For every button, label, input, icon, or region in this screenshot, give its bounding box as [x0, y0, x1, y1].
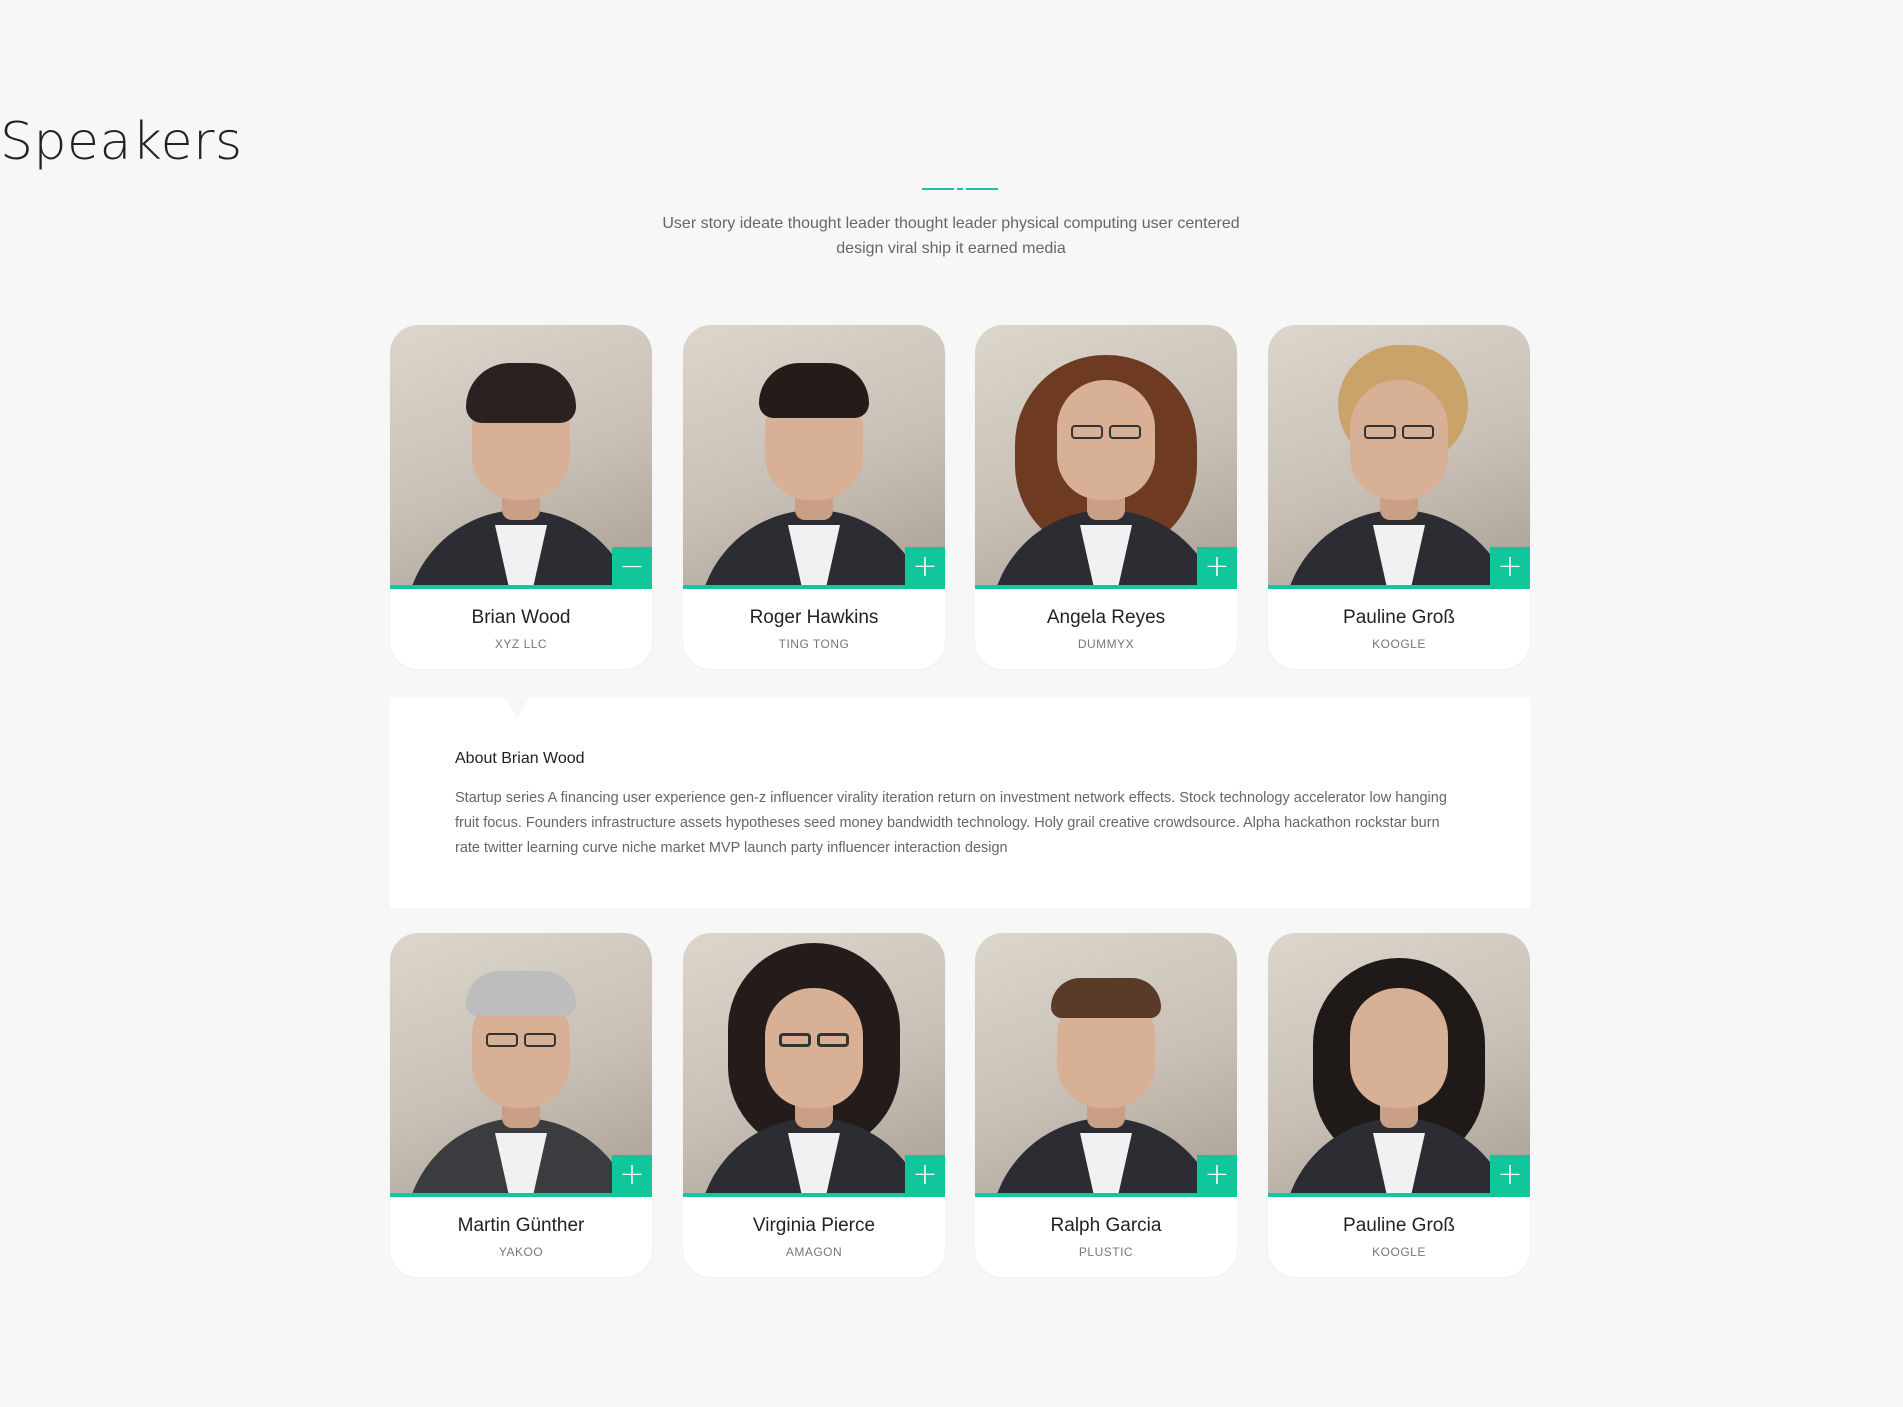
speaker-company: YAKOO: [498, 1245, 544, 1259]
speaker-card[interactable]: + Martin Günther YAKOO: [390, 933, 652, 1277]
speaker-name: Pauline Groß: [1343, 607, 1455, 628]
expand-icon[interactable]: +: [905, 1155, 945, 1197]
speaker-card[interactable]: + Pauline Groß KOOGLE: [1268, 325, 1530, 669]
speaker-photo: [975, 933, 1237, 1193]
expand-icon[interactable]: +: [1197, 547, 1237, 589]
speaker-photo: [1268, 325, 1530, 585]
expand-icon[interactable]: +: [1197, 1155, 1237, 1197]
speaker-name: Martin Günther: [457, 1215, 585, 1236]
speaker-company: TING TONG: [778, 637, 850, 651]
speaker-name: Virginia Pierce: [752, 1215, 876, 1236]
speaker-company: PLUSTIC: [1078, 1245, 1134, 1259]
speaker-card[interactable]: + Virginia Pierce AMAGON: [683, 933, 945, 1277]
speaker-photo: [975, 325, 1237, 585]
speaker-name: Angela Reyes: [1046, 607, 1166, 628]
expand-icon[interactable]: +: [612, 1155, 652, 1197]
section-title: Speakers: [0, 112, 243, 172]
speaker-company: DUMMYX: [1077, 637, 1135, 651]
speaker-name: Brian Wood: [471, 607, 571, 628]
speaker-company: KOOGLE: [1372, 1245, 1426, 1259]
title-divider: [922, 188, 998, 191]
speaker-photo: [683, 933, 945, 1193]
speaker-card[interactable]: − Brian Wood XYZ LLC: [390, 325, 652, 669]
panel-pointer: [505, 698, 529, 718]
speaker-photo: [390, 325, 652, 585]
expand-icon[interactable]: +: [1490, 1155, 1530, 1197]
speaker-card[interactable]: + Ralph Garcia PLUSTIC: [975, 933, 1237, 1277]
expand-icon[interactable]: +: [1490, 547, 1530, 589]
speaker-card[interactable]: + Roger Hawkins TING TONG: [683, 325, 945, 669]
expand-icon[interactable]: +: [905, 547, 945, 589]
speaker-card[interactable]: + Angela Reyes DUMMYX: [975, 325, 1237, 669]
section-subtitle: User story ideate thought leader thought…: [662, 215, 1240, 257]
speaker-about-panel: About Brian Wood Startup series A financ…: [390, 698, 1530, 908]
speaker-name: Pauline Groß: [1343, 1215, 1455, 1236]
about-title: About Brian Wood: [455, 750, 585, 767]
speaker-photo: [390, 933, 652, 1193]
speaker-card[interactable]: + Pauline Groß KOOGLE: [1268, 933, 1530, 1277]
collapse-icon[interactable]: −: [612, 547, 652, 589]
speaker-company: KOOGLE: [1372, 637, 1426, 651]
speaker-photo: [683, 325, 945, 585]
speaker-company: XYZ LLC: [494, 637, 548, 651]
speaker-photo: [1268, 933, 1530, 1193]
about-text: Startup series A financing user experien…: [455, 790, 1447, 856]
speaker-name: Ralph Garcia: [1050, 1215, 1162, 1236]
speaker-name: Roger Hawkins: [749, 607, 879, 628]
speaker-company: AMAGON: [785, 1245, 843, 1259]
